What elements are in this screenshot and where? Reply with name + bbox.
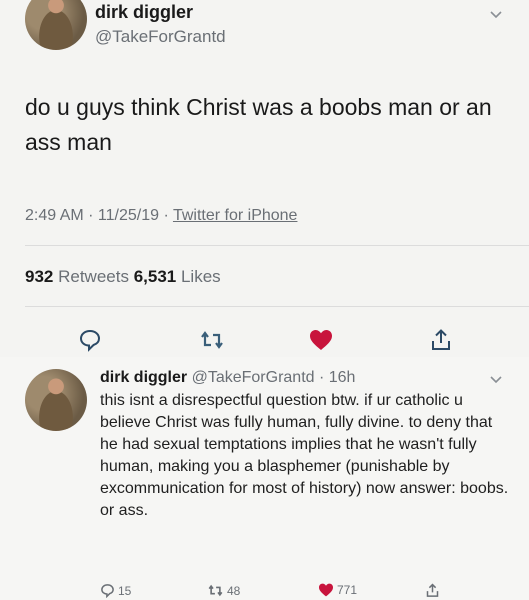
author-handle[interactable]: @TakeForGrantd <box>95 27 226 47</box>
share-icon <box>432 329 450 350</box>
retweet-icon <box>201 331 223 349</box>
like-count[interactable]: 6,531 <box>134 267 177 286</box>
reply-like-count: 771 <box>337 583 358 597</box>
tweet-source-link[interactable]: Twitter for iPhone <box>173 207 298 224</box>
reply-avatar[interactable] <box>25 369 87 431</box>
retweets-label[interactable]: Retweets <box>53 267 133 286</box>
reply-reply-button[interactable]: 15 <box>100 583 131 598</box>
chevron-down-icon[interactable] <box>490 8 502 20</box>
reply-icon <box>101 584 114 598</box>
reply-text: this isnt a disrespectful question btw. … <box>100 392 509 519</box>
reply-icon <box>79 329 101 352</box>
heart-icon <box>319 583 333 597</box>
reply-retweet-count: 48 <box>227 583 241 598</box>
heart-icon <box>310 330 332 350</box>
reply-author-handle[interactable]: @TakeForGrantd · 16h <box>192 369 356 386</box>
share-button[interactable] <box>428 327 454 353</box>
tweet-stats: 932 Retweets 6,531 Likes <box>25 267 221 287</box>
share-icon <box>426 583 439 597</box>
chevron-down-icon[interactable] <box>490 373 502 385</box>
retweet-icon <box>208 584 223 597</box>
reply-retweet-button[interactable]: 48 <box>207 583 240 598</box>
retweet-button[interactable] <box>199 327 225 353</box>
reply-share-button[interactable] <box>425 583 440 598</box>
tweet-meta: 2:49 AM · 11/25/19 · Twitter for iPhone <box>25 207 297 225</box>
divider <box>25 306 529 307</box>
author-name[interactable]: dirk diggler <box>95 2 193 23</box>
retweet-count[interactable]: 932 <box>25 267 53 286</box>
reply-header: dirk diggler @TakeForGrantd · 16h <box>100 369 355 387</box>
divider <box>25 245 529 246</box>
reply-button[interactable] <box>77 327 103 353</box>
tweet-timestamp: 2:49 AM · 11/25/19 · <box>25 207 173 224</box>
like-button[interactable] <box>308 327 334 353</box>
reply-reply-count: 15 <box>118 583 132 598</box>
likes-label[interactable]: Likes <box>176 267 221 286</box>
reply-tweet[interactable]: dirk diggler @TakeForGrantd · 16h this i… <box>0 357 529 600</box>
reply-author-name[interactable]: dirk diggler <box>100 369 187 386</box>
reply-like-button[interactable]: 771 <box>318 583 357 597</box>
avatar[interactable] <box>25 0 87 50</box>
tweet-text: do u guys think Christ was a boobs man o… <box>25 94 492 155</box>
